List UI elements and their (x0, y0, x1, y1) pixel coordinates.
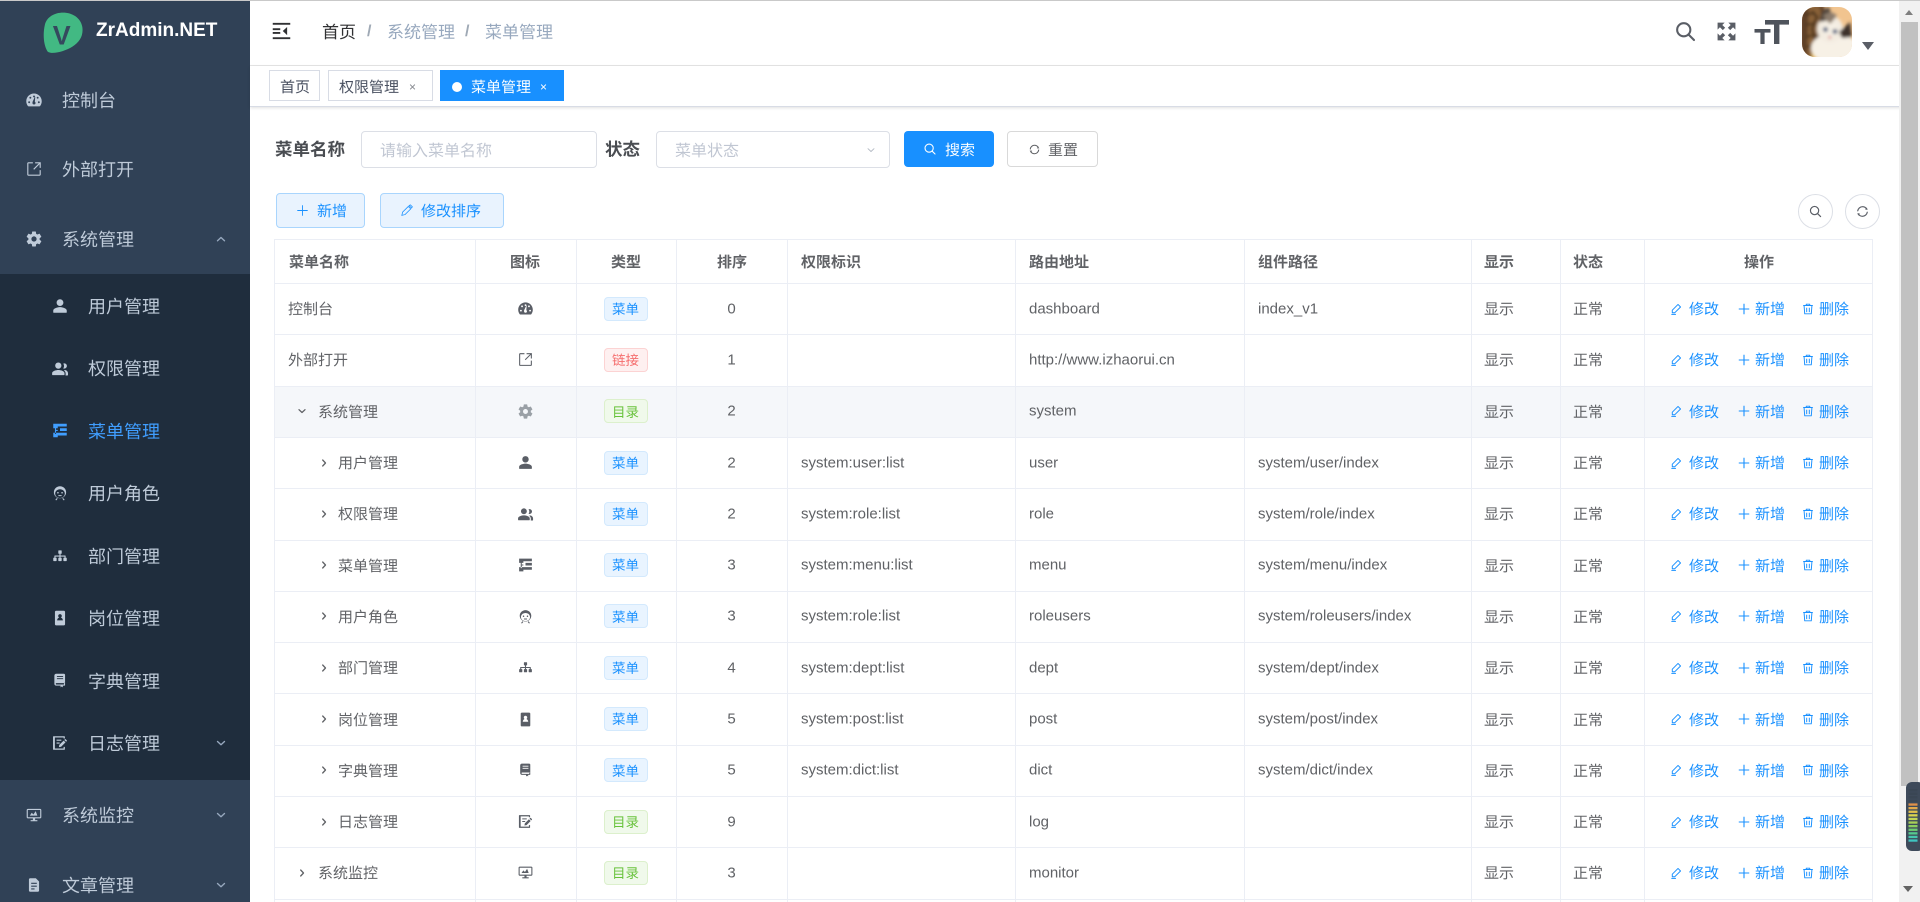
svg-text:V: V (53, 21, 71, 51)
